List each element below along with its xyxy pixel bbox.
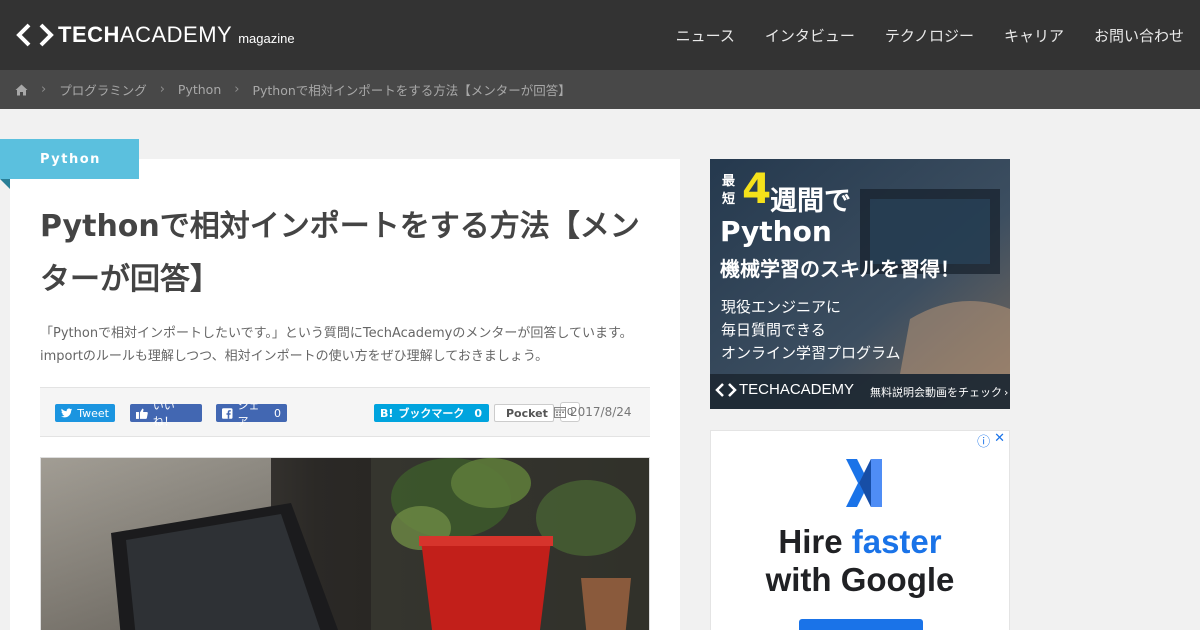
breadcrumb-current: Pythonで相対インポートをする方法【メンターが回答】 xyxy=(252,83,571,98)
hatena-count: 0 xyxy=(474,406,483,420)
like-label: いいね！ xyxy=(152,399,175,428)
breadcrumb-separator-icon: › xyxy=(41,82,47,97)
lead-line-2: importのルールも理解しつつ、相対インポートの使い方をぜひ理解しておきましょ… xyxy=(40,349,549,364)
close-icon[interactable]: ✕ xyxy=(994,431,1005,450)
ad-choices[interactable]: ⓘ ✕ xyxy=(977,431,1005,450)
breadcrumb-separator-icon: › xyxy=(234,82,240,97)
facebook-share-button[interactable]: シェア 0 xyxy=(216,399,287,428)
pocket-label: Pocket xyxy=(506,406,548,420)
ad-python-text: Python xyxy=(720,215,832,248)
home-icon[interactable] xyxy=(15,84,28,96)
twitter-bird-icon xyxy=(61,408,73,418)
ad-weeks-number: 4 xyxy=(742,164,772,213)
post-date: 2017/8/24 xyxy=(554,405,632,419)
hatena-label: ブックマーク xyxy=(398,407,465,420)
featured-image xyxy=(40,457,650,630)
logo-text: TECHACADEMY xyxy=(58,22,233,47)
ad-cta-text[interactable]: 無料説明会動画をチェック › xyxy=(870,384,1008,400)
logo-brackets-icon xyxy=(16,23,54,47)
ad-weeks-text: 週間で xyxy=(770,186,851,217)
google-ad-headline: Hire faster with Google xyxy=(765,523,955,598)
google-ad-banner[interactable]: ⓘ ✕ Hire faster with Google xyxy=(710,430,1010,630)
article-lead: 「Pythonで相対インポートしたいです。」という質問にTechAcademyの… xyxy=(40,322,650,368)
google-hire-logo-icon xyxy=(846,459,882,507)
info-icon[interactable]: ⓘ xyxy=(977,431,990,450)
article-title: Pythonで相対インポートをする方法【メンターが回答】 xyxy=(40,209,640,297)
facebook-icon xyxy=(222,407,233,419)
breadcrumb: › プログラミング › Python › Pythonで相対インポートをする方法… xyxy=(0,70,1200,109)
post-date-text: 2017/8/24 xyxy=(570,405,632,419)
nav-news[interactable]: ニュース xyxy=(676,25,735,46)
share-bar: Tweet いいね！ シェア 0 B! ブックマーク 0 Pocket 0 20… xyxy=(40,387,650,437)
share-label: シェア xyxy=(237,399,260,428)
nav-career[interactable]: キャリア xyxy=(1004,25,1064,46)
ad-ml-text: 機械学習のスキルを習得！ xyxy=(720,257,960,281)
tweet-button[interactable]: Tweet xyxy=(55,404,115,422)
main-nav: ニュース インタビュー テクノロジー キャリア お問い合わせ xyxy=(676,0,1184,70)
hatena-icon: B! xyxy=(380,406,394,420)
logo-sub: magazine xyxy=(238,30,295,46)
google-ad-cta-button[interactable] xyxy=(799,619,923,630)
nav-technology[interactable]: テクノロジー xyxy=(885,25,974,46)
site-header: TECHACADEMY magazine ニュース インタビュー テクノロジー … xyxy=(0,0,1200,70)
chevron-right-icon: › xyxy=(1004,386,1009,399)
breadcrumb-programming[interactable]: プログラミング xyxy=(59,80,147,99)
nav-contact[interactable]: お問い合わせ xyxy=(1094,25,1184,46)
laptop-plant-photo xyxy=(41,458,649,630)
logo-brackets-icon xyxy=(715,382,737,397)
facebook-like-button[interactable]: いいね！ xyxy=(130,399,202,428)
tweet-label: Tweet xyxy=(77,406,109,420)
thumbs-up-icon xyxy=(136,408,148,419)
ribbon-fold xyxy=(0,179,10,189)
calendar-icon xyxy=(554,407,566,418)
nav-interview[interactable]: インタビュー xyxy=(765,25,855,46)
ad-footer-logo: TECHACADEMY xyxy=(715,381,854,398)
breadcrumb-separator-icon: › xyxy=(159,82,165,97)
lead-line-1: 「Pythonで相対インポートしたいです。」という質問にTechAcademyの… xyxy=(40,326,633,341)
hatena-bookmark-button[interactable]: B! ブックマーク 0 xyxy=(374,404,489,422)
site-logo[interactable]: TECHACADEMY magazine xyxy=(16,20,295,50)
category-label[interactable]: Python xyxy=(0,139,139,179)
techacademy-ad-banner[interactable]: 最 短 4 週間で Python 機械学習のスキルを習得！ 現役エンジニアに 毎… xyxy=(710,159,1010,409)
ad-subtext: 現役エンジニアに 毎日質問できる オンライン学習プログラム xyxy=(721,298,901,362)
share-count: 0 xyxy=(274,406,281,420)
ad-small-label: 最 短 xyxy=(722,174,736,207)
pocket-button[interactable]: Pocket xyxy=(494,404,554,422)
breadcrumb-python[interactable]: Python xyxy=(178,82,221,97)
